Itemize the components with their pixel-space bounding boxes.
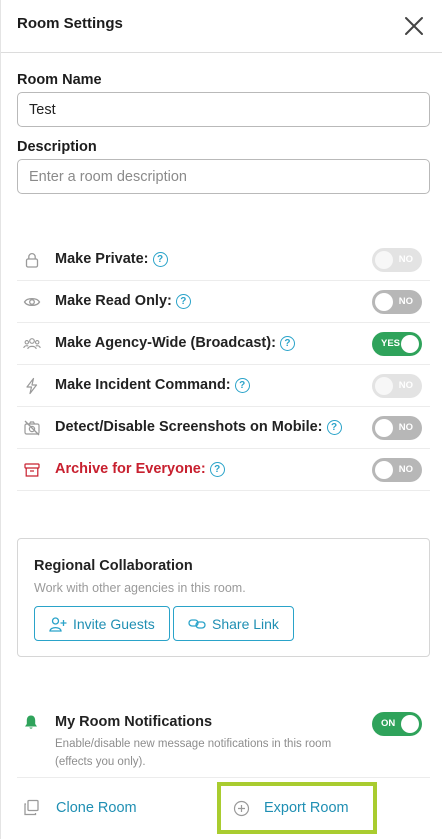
panel-title: Room Settings	[17, 15, 123, 32]
export-room-label: Export Room	[264, 800, 349, 816]
people-icon	[23, 338, 41, 350]
help-icon[interactable]: ?	[326, 420, 342, 435]
collaboration-subtitle: Work with other agencies in this room.	[34, 581, 246, 595]
setting-detect-screenshots: Detect/Disable Screenshots on Mobile:? N…	[17, 407, 430, 449]
toggle-knob	[375, 251, 393, 269]
description-input[interactable]	[17, 159, 430, 194]
setting-agency-wide: Make Agency-Wide (Broadcast):? YES	[17, 323, 430, 365]
add-user-icon	[49, 616, 67, 632]
room-name-input[interactable]	[17, 92, 430, 127]
toggle-knob	[375, 377, 393, 395]
make-private-toggle[interactable]: NO	[372, 248, 422, 272]
bell-icon	[25, 715, 37, 729]
help-icon[interactable]: ?	[175, 294, 191, 309]
collaboration-title: Regional Collaboration	[34, 558, 193, 574]
setting-label: Make Incident Command:?	[55, 377, 250, 393]
room-name-label: Room Name	[17, 72, 102, 88]
room-settings-panel: Room Settings Room Name Description Make…	[0, 0, 442, 839]
setting-label: Make Read Only:?	[55, 293, 191, 309]
toggle-state: NO	[398, 254, 413, 265]
notifications-toggle[interactable]: ON	[372, 712, 422, 736]
notifications-title: My Room Notifications	[55, 714, 213, 730]
toggle-state: NO	[398, 296, 413, 307]
toggle-knob	[375, 419, 393, 437]
setting-make-private: Make Private:? NO	[17, 239, 430, 281]
toggle-knob	[375, 293, 393, 311]
toggle-state: YES	[381, 338, 401, 349]
help-icon[interactable]: ?	[152, 252, 168, 267]
copy-icon	[24, 799, 39, 816]
toggle-state: NO	[398, 464, 413, 475]
archive-toggle[interactable]: NO	[372, 458, 422, 482]
help-icon[interactable]: ?	[279, 336, 295, 351]
detect-screenshots-toggle[interactable]: NO	[372, 416, 422, 440]
toggle-knob	[375, 461, 393, 479]
setting-label: Detect/Disable Screenshots on Mobile:?	[55, 419, 342, 435]
share-link-button[interactable]: Share Link	[173, 606, 294, 641]
toggle-knob	[401, 335, 419, 353]
setting-incident-command: Make Incident Command:? NO	[17, 365, 430, 407]
export-room-button[interactable]: Export Room	[217, 782, 377, 834]
plus-circle-icon	[233, 800, 250, 816]
notifications-description: Enable/disable new message notifications…	[55, 738, 332, 768]
link-icon	[188, 618, 206, 629]
regional-collaboration-card: Regional Collaboration Work with other a…	[17, 538, 430, 657]
lightning-icon	[26, 377, 38, 395]
agency-wide-toggle[interactable]: YES	[372, 332, 422, 356]
settings-list: Make Private:? NO Make Read Only:? NO Ma…	[17, 239, 430, 491]
no-camera-icon	[24, 420, 40, 436]
close-icon[interactable]	[403, 15, 425, 37]
archive-icon	[24, 463, 40, 477]
bottom-actions: Clone Room Export Room	[17, 780, 430, 835]
panel-header: Room Settings	[1, 0, 442, 53]
incident-command-toggle[interactable]: NO	[372, 374, 422, 398]
room-notifications-row: My Room Notifications Enable/disable new…	[17, 700, 430, 778]
description-label: Description	[17, 139, 97, 155]
eye-icon	[23, 297, 41, 307]
clone-room-button[interactable]: Clone Room	[23, 780, 137, 835]
make-read-only-toggle[interactable]: NO	[372, 290, 422, 314]
lock-icon	[25, 253, 39, 268]
invite-guests-label: Invite Guests	[73, 615, 155, 632]
toggle-state: ON	[381, 718, 396, 729]
share-link-label: Share Link	[212, 615, 279, 632]
setting-make-read-only: Make Read Only:? NO	[17, 281, 430, 323]
setting-label: Make Agency-Wide (Broadcast):?	[55, 335, 295, 351]
help-icon[interactable]: ?	[209, 462, 225, 477]
toggle-state: NO	[398, 422, 413, 433]
setting-label: Make Private:?	[55, 251, 168, 267]
setting-archive: Archive for Everyone:? NO	[17, 449, 430, 491]
clone-room-label: Clone Room	[56, 799, 137, 816]
toggle-knob	[401, 715, 419, 733]
invite-guests-button[interactable]: Invite Guests	[34, 606, 170, 641]
toggle-state: NO	[398, 380, 413, 391]
setting-label: Archive for Everyone:?	[55, 461, 225, 477]
help-icon[interactable]: ?	[234, 378, 250, 393]
